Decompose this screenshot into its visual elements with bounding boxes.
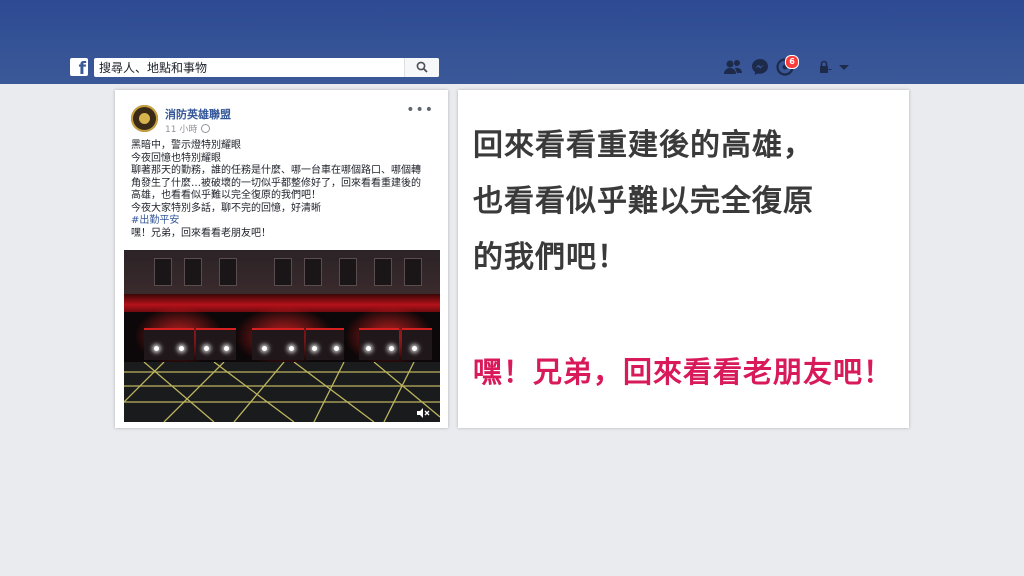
post-line: 高雄，也看看似乎難以完全復原的我們吧！ — [131, 190, 321, 201]
more-options-icon[interactable]: ••• — [406, 102, 434, 118]
hashtag-link[interactable]: #出勤平安 — [131, 215, 436, 228]
video-fire-truck — [196, 328, 236, 360]
post-line: 角發生了什麼…被破壞的一切似乎都整修好了，回來看看重建後的 — [131, 177, 421, 189]
video-headlight — [179, 346, 184, 351]
top-navigation-bar: f 6 — [0, 0, 1024, 84]
video-mute-icon[interactable] — [416, 404, 430, 418]
friends-icon[interactable] — [723, 58, 743, 76]
post-body: 黑暗中，警示燈特別耀眼 今夜回憶也特別耀眼 聊著那天的勤務，誰的任務是什麼、哪一… — [131, 140, 436, 240]
video-window — [154, 258, 172, 286]
video-headlight — [389, 346, 394, 351]
video-fire-truck — [252, 328, 304, 360]
quote-card: 回來看看重建後的高雄， 也看看似乎難以完全復原 的我們吧！ 嘿！兄弟，回來看看老… — [458, 90, 909, 428]
video-window — [219, 258, 237, 286]
video-building — [124, 250, 440, 294]
quote-line: 的我們吧！ — [473, 240, 628, 275]
video-window — [374, 258, 392, 286]
post-line: 今夜大家特別多話，聊不完的回憶，好清晰 — [131, 202, 321, 214]
video-fire-truck — [144, 328, 194, 360]
facebook-logo[interactable]: f — [70, 58, 88, 76]
video-fire-truck — [359, 328, 399, 360]
video-headlight — [204, 346, 209, 351]
video-headlight — [224, 346, 229, 351]
dropdown-caret-icon[interactable] — [838, 58, 858, 76]
quote-line: 也看看似乎難以完全復原 — [473, 184, 814, 219]
privacy-lock-icon[interactable] — [818, 58, 838, 76]
facebook-post-card: 消防英雄聯盟 11 小時 ••• 黑暗中，警示燈特別耀眼 今夜回憶也特別耀眼 聊… — [115, 90, 448, 428]
video-headlight — [334, 346, 339, 351]
video-headlight — [312, 346, 317, 351]
video-ground — [124, 362, 440, 422]
post-author[interactable]: 消防英雄聯盟 — [165, 106, 231, 122]
video-fire-truck — [402, 328, 432, 360]
post-meta: 11 小時 — [165, 122, 211, 135]
quote-text: 回來看看重建後的高雄， 也看看似乎難以完全復原 的我們吧！ — [473, 118, 903, 286]
post-video[interactable] — [124, 250, 440, 422]
globe-icon — [201, 124, 211, 133]
video-headlight — [289, 346, 294, 351]
search-button[interactable] — [404, 58, 439, 77]
quote-highlight: 嘿！兄弟，回來看看老朋友吧！ — [473, 355, 894, 389]
video-window — [274, 258, 292, 286]
video-headlight — [154, 346, 159, 351]
search-icon — [416, 61, 428, 73]
notification-badge: 6 — [785, 55, 799, 69]
post-line: 嘿！兄弟，回來看看老朋友吧！ — [131, 227, 271, 239]
quote-line: 回來看看重建後的高雄， — [473, 128, 814, 163]
messenger-icon[interactable] — [751, 58, 771, 76]
search-input[interactable] — [99, 59, 399, 76]
video-headlight — [412, 346, 417, 351]
post-line: 黑暗中，警示燈特別耀眼 — [131, 140, 241, 151]
video-headlight — [366, 346, 371, 351]
video-window — [404, 258, 422, 286]
video-headlight — [262, 346, 267, 351]
post-timestamp[interactable]: 11 小時 — [165, 125, 197, 135]
video-window — [184, 258, 202, 286]
video-window — [339, 258, 357, 286]
post-line: 今夜回憶也特別耀眼 — [131, 152, 221, 164]
search-bar — [94, 58, 439, 77]
post-line: 聊著那天的勤務，誰的任務是什麼、哪一台車在哪個路口、哪個轉 — [131, 165, 421, 176]
page-avatar[interactable] — [131, 105, 158, 132]
video-fire-truck — [306, 328, 344, 360]
video-window — [304, 258, 322, 286]
